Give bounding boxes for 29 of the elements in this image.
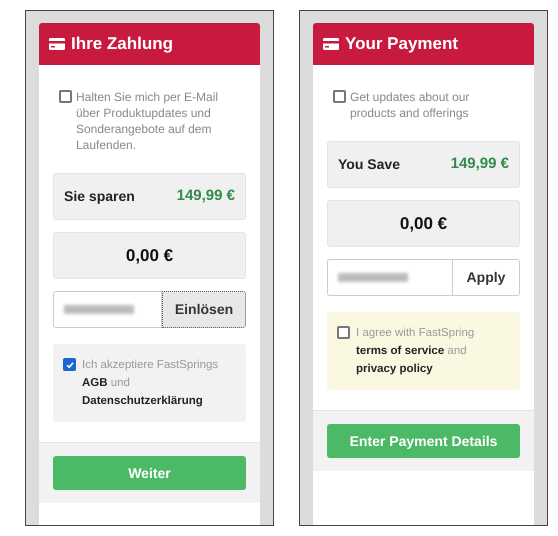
policy-link[interactable]: privacy policy xyxy=(356,363,433,375)
total-amount: 0,00 € xyxy=(400,212,448,235)
redacted-text xyxy=(338,273,408,282)
checkbox[interactable] xyxy=(59,90,72,103)
redeem-button[interactable]: Einlösen xyxy=(162,291,246,328)
agreement-text: Ich akzeptiere FastSprings AGB und Datenschutzerklärung xyxy=(82,358,220,409)
checkmark-icon xyxy=(64,360,74,370)
policy-link[interactable]: AGB xyxy=(82,377,108,389)
savings-amount: 149,99 € xyxy=(176,186,235,206)
redeem-button[interactable]: Apply xyxy=(453,259,520,296)
checkbox[interactable] xyxy=(333,90,346,103)
newsletter-label: Get updates about our products and offerings xyxy=(350,89,470,121)
total-amount: 0,00 € xyxy=(126,244,174,267)
redacted-text xyxy=(64,305,134,314)
coupon-field[interactable] xyxy=(327,259,453,296)
policy-link[interactable]: Datenschutzerklärung xyxy=(82,395,203,407)
agreement-text: I agree with FastSpring terms of service and privacy policy xyxy=(356,326,476,377)
savings-amount: 149,99 € xyxy=(450,154,509,174)
card-title: Your Payment xyxy=(345,33,458,56)
coupon-field[interactable] xyxy=(53,291,162,328)
checkbox[interactable] xyxy=(337,326,350,339)
savings-label: Sie sparen xyxy=(64,187,135,206)
credit-card-icon xyxy=(49,38,65,50)
newsletter-label: Halten Sie mich per E-Mail über Produktupdates und Sonderangebote auf dem Laufenden. xyxy=(76,89,220,153)
credit-card-icon xyxy=(323,38,339,50)
card-title: Ihre Zahlung xyxy=(71,33,173,56)
checkbox[interactable] xyxy=(63,358,76,371)
savings-label: You Save xyxy=(338,155,400,174)
policy-link[interactable]: terms of service xyxy=(356,345,444,357)
